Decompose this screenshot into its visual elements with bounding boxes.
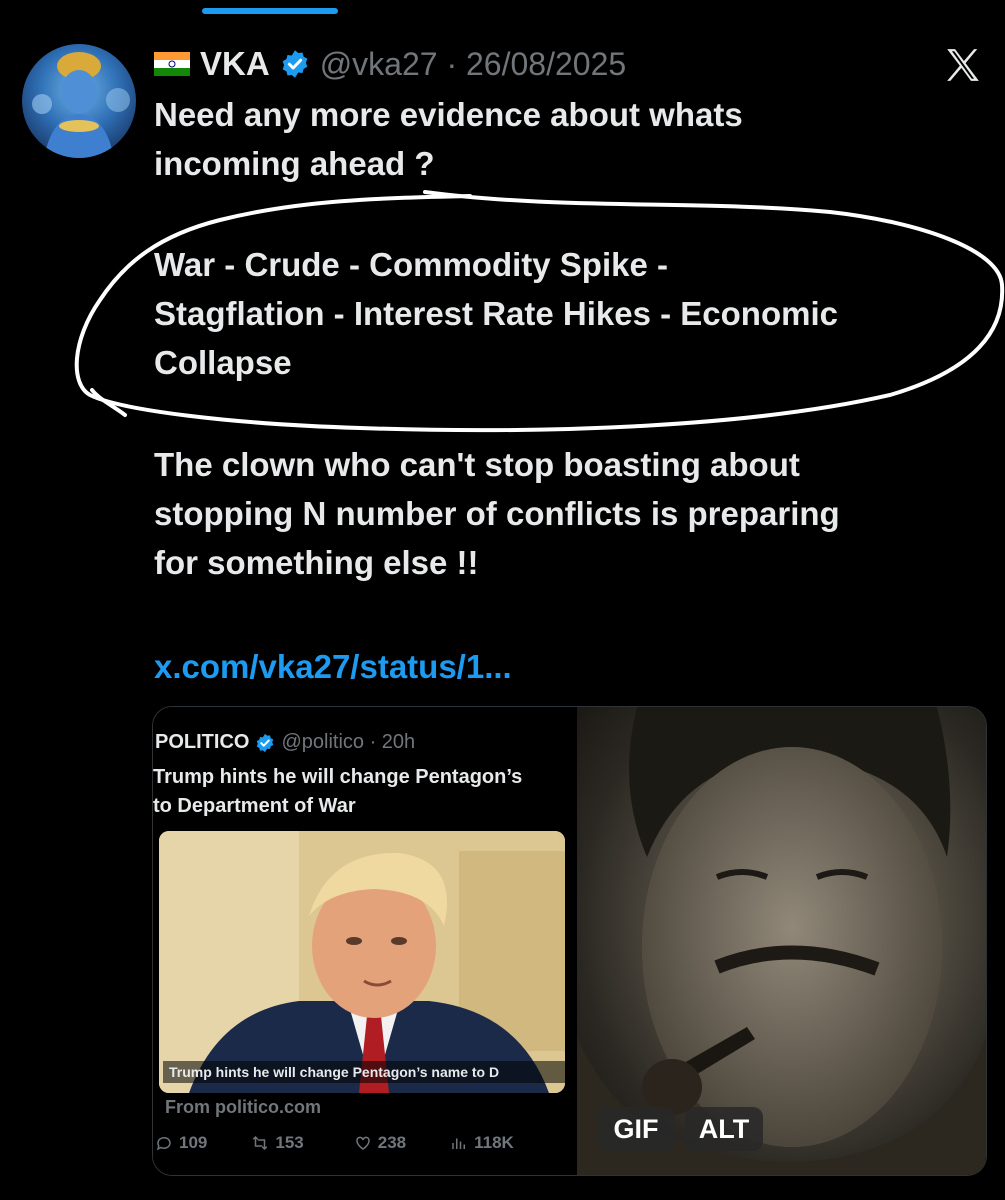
views-stat: 118K	[450, 1133, 514, 1153]
gif-frame-illustration	[577, 707, 986, 1175]
avatar-illustration	[32, 52, 130, 158]
india-flag-icon	[154, 52, 190, 76]
text-line: The clown who can't stop boasting about	[154, 446, 800, 483]
tweet-text-intro: Need any more evidence about whats incom…	[154, 90, 743, 188]
text-line: War - Crude - Commodity Spike -	[154, 246, 668, 283]
alt-badge[interactable]: ALT	[685, 1107, 763, 1151]
x-logo-icon[interactable]	[944, 46, 982, 84]
quoted-tweet-screenshot[interactable]: POLITICO @politico · 20h Trump hints he …	[153, 707, 573, 1175]
quoted-handle-time: @politico · 20h	[281, 731, 416, 753]
text-line: stopping N number of conflicts is prepar…	[154, 495, 840, 532]
verified-badge-icon	[282, 50, 308, 78]
text-line: for something else !!	[154, 544, 479, 581]
top-indicator-bar	[202, 8, 338, 14]
like-count: 238	[377, 1133, 407, 1152]
reply-icon	[156, 1136, 171, 1151]
reply-stat: 109	[155, 1133, 207, 1153]
text-line: Stagflation - Interest Rate Hikes - Econ…	[154, 295, 838, 332]
quoted-name: POLITICO	[155, 731, 250, 753]
text-line: Collapse	[154, 344, 292, 381]
quoted-header: POLITICO @politico · 20h	[155, 731, 415, 754]
text-line: Trump hints he will change Pentagon’s	[153, 766, 523, 788]
repost-count: 153	[275, 1133, 304, 1152]
verified-badge-icon	[257, 733, 274, 752]
text-line: incoming ahead ?	[154, 145, 435, 182]
quoted-photo: Trump hints he will change Pentagon’s na…	[159, 831, 565, 1093]
text-line: to Department of War	[153, 795, 356, 817]
source-domain: From politico.com	[165, 1097, 322, 1117]
tweet-text-comment: The clown who can't stop boasting about …	[154, 440, 840, 587]
display-name[interactable]: VKA	[200, 45, 270, 83]
quoted-text: Trump hints he will change Pentagon’s to…	[153, 763, 522, 821]
gif-media[interactable]: GIF ALT	[577, 707, 986, 1175]
status-link[interactable]: x.com/vka27/status/1...	[154, 642, 512, 691]
photo-caption: Trump hints he will change Pentagon’s na…	[163, 1061, 565, 1083]
text-line: Need any more evidence about whats	[154, 96, 743, 133]
tweet-text-chain: War - Crude - Commodity Spike - Stagflat…	[154, 240, 838, 387]
handle-and-date[interactable]: @vka27 · 26/08/2025	[320, 46, 626, 83]
tweet-header: VKA @vka27 · 26/08/2025	[154, 38, 626, 90]
gif-badge[interactable]: GIF	[597, 1107, 675, 1151]
like-icon	[356, 1136, 370, 1150]
repost-stat: 153	[251, 1133, 304, 1153]
views-count: 118K	[474, 1133, 514, 1152]
reply-count: 109	[179, 1133, 208, 1152]
media-card[interactable]: POLITICO @politico · 20h Trump hints he …	[152, 706, 987, 1176]
engagement-bar: 109 153 238 118K	[153, 1133, 573, 1153]
views-icon	[452, 1138, 466, 1149]
like-stat: 238	[354, 1133, 406, 1153]
portrait-illustration	[159, 831, 565, 1093]
avatar[interactable]	[22, 44, 136, 158]
repost-icon	[253, 1135, 268, 1151]
